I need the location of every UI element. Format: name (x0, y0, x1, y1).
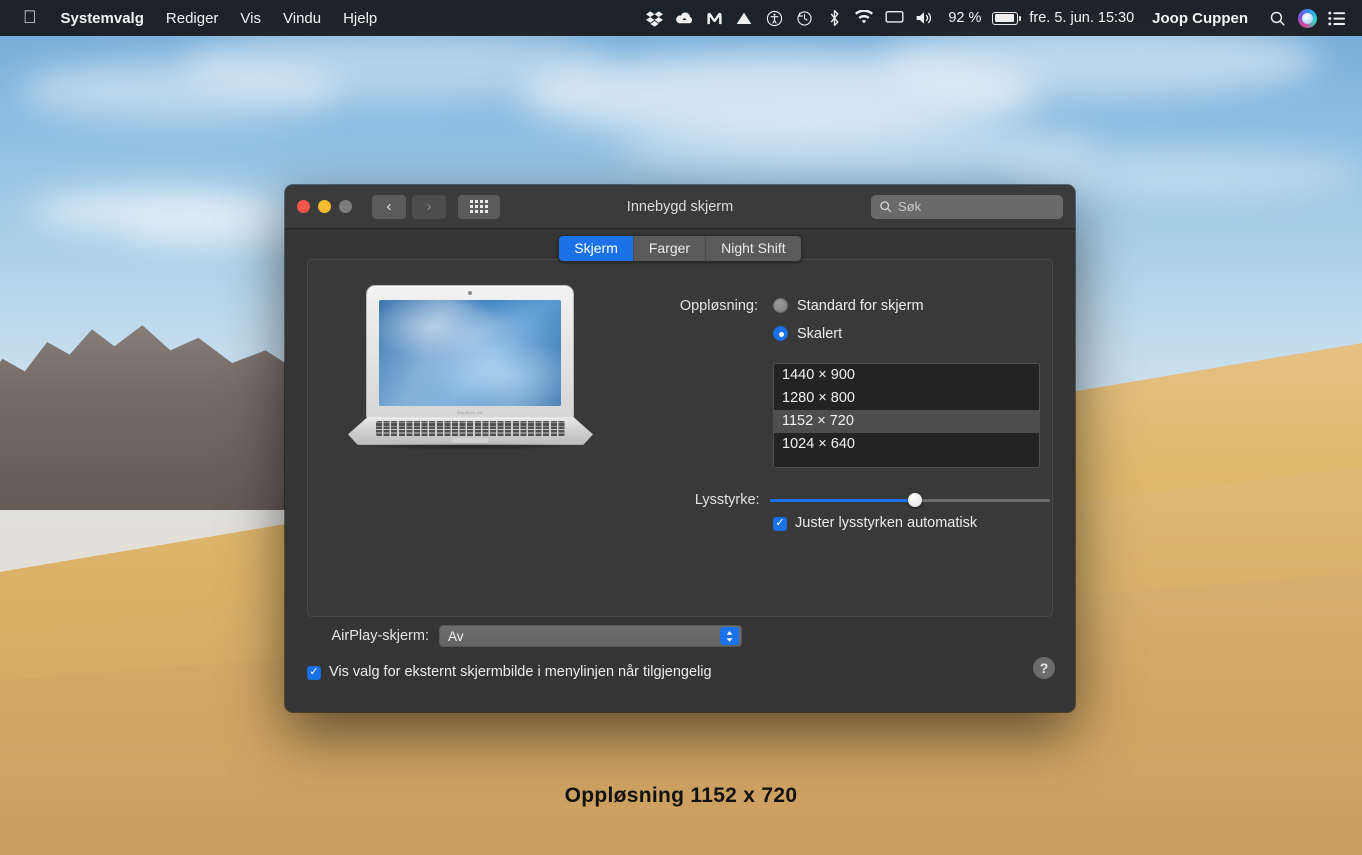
airplay-select[interactable]: Av (439, 625, 742, 647)
wifi-icon[interactable] (849, 0, 879, 36)
battery-percent-label: 92 % (948, 10, 982, 26)
radio-skalert-label: Skalert (797, 326, 843, 342)
camera-dot (468, 291, 472, 295)
apple-menu-icon[interactable]:  (10, 8, 50, 29)
radio-skalert[interactable] (773, 326, 788, 341)
show-all-grid-icon[interactable] (458, 194, 500, 219)
minimize-button[interactable] (318, 200, 331, 213)
tab-farger[interactable]: Farger (633, 236, 707, 261)
list-item[interactable]: 1440 × 900 (774, 364, 1039, 387)
cloud-upload-icon[interactable] (669, 0, 699, 36)
list-item[interactable]: 1280 × 800 (774, 387, 1039, 410)
auto-brightness-checkbox[interactable]: ✓ (773, 516, 787, 531)
accessibility-icon[interactable] (759, 0, 789, 36)
menu-item-vindu[interactable]: Vindu (272, 10, 332, 27)
brightness-row: Lysstyrke: (660, 492, 1050, 508)
system-preferences-window: ‹ › Innebygd skjerm Søk Skjerm Farger Ni… (285, 185, 1075, 712)
menubar-mirroring-label: Vis valg for eksternt skjermbilde i meny… (329, 664, 712, 680)
user-name-label[interactable]: Joop Cuppen (1143, 10, 1262, 27)
keyboard (376, 421, 565, 436)
display-settings-panel: MacBook Air Oppløsning: Standard for skj… (307, 259, 1053, 617)
forward-button: › (412, 194, 446, 219)
airplay-label: AirPlay-skjerm: (331, 628, 429, 644)
window-content: Skjerm Farger Night Shift MacBook Air Op… (285, 229, 1075, 712)
auto-brightness-label: Juster lysstyrken automatisk (795, 515, 978, 531)
menu-item-systemvalg[interactable]: Systemvalg (50, 10, 155, 27)
menu-item-vis[interactable]: Vis (229, 10, 272, 27)
navigation-buttons: ‹ › (372, 194, 446, 219)
menubar-mirroring-checkbox[interactable]: ✓ (307, 665, 321, 680)
siri-icon[interactable] (1292, 0, 1322, 36)
clock-label[interactable]: fre. 5. jun. 15:30 (1020, 10, 1143, 26)
volume-icon[interactable] (909, 0, 939, 36)
menu-item-rediger[interactable]: Rediger (155, 10, 230, 27)
menu-item-hjelp[interactable]: Hjelp (332, 10, 388, 27)
triangle-icon[interactable] (729, 0, 759, 36)
brightness-label: Lysstyrke: (694, 492, 760, 508)
window-titlebar: ‹ › Innebygd skjerm Søk (285, 185, 1075, 229)
close-button[interactable] (297, 200, 310, 213)
list-item[interactable]: 1024 × 640 (774, 433, 1039, 456)
resolution-option-default[interactable]: Standard for skjerm (773, 298, 924, 314)
help-button[interactable]: ? (1033, 657, 1055, 679)
desktop-caption: Oppløsning 1152 x 720 (564, 784, 798, 807)
back-button[interactable]: ‹ (372, 194, 406, 219)
list-item-selected[interactable]: 1152 × 720 (774, 410, 1039, 433)
dropbox-icon[interactable] (639, 0, 669, 36)
menu-bar:  Systemvalg Rediger Vis Vindu Hjelp 92 … (0, 0, 1362, 36)
search-placeholder: Søk (898, 199, 922, 214)
device-brand-label: MacBook Air (457, 410, 483, 415)
tab-night-shift[interactable]: Night Shift (706, 236, 801, 261)
tab-skjerm[interactable]: Skjerm (559, 236, 634, 261)
search-icon (880, 201, 892, 213)
zoom-button (339, 200, 352, 213)
airplay-icon[interactable] (879, 0, 909, 36)
slider-knob[interactable] (908, 493, 923, 507)
laptop-shadow (354, 443, 587, 450)
menubar-mirroring-option-row[interactable]: ✓ Vis valg for eksternt skjermbilde i me… (307, 665, 712, 680)
battery-icon[interactable] (990, 0, 1022, 36)
bluetooth-icon[interactable] (819, 0, 849, 36)
slider-fill (769, 498, 916, 502)
search-icon[interactable] (1262, 0, 1292, 36)
tab-bar: Skjerm Farger Night Shift (285, 235, 1075, 262)
resolution-label: Oppløsning: (679, 298, 758, 314)
resolution-option-scaled[interactable]: Skalert (773, 326, 842, 342)
malwarebytes-icon[interactable] (699, 0, 729, 36)
auto-brightness-row[interactable]: ✓ Juster lysstyrken automatisk (773, 516, 977, 531)
window-controls (297, 200, 352, 213)
resolution-label-row: Oppløsning: (508, 298, 758, 314)
resolution-list[interactable]: 1440 × 900 1280 × 800 1152 × 720 1024 × … (773, 363, 1040, 468)
radio-standard-label: Standard for skjerm (797, 298, 924, 314)
preview-screen (379, 300, 561, 406)
airplay-selected-value: Av (448, 628, 464, 644)
control-center-icon[interactable] (1322, 0, 1352, 36)
brightness-slider[interactable] (769, 493, 1050, 507)
airplay-row: AirPlay-skjerm: Av (307, 625, 742, 647)
time-machine-icon[interactable] (789, 0, 819, 36)
search-input[interactable]: Søk (871, 194, 1063, 219)
chevron-updown-icon[interactable] (720, 627, 739, 645)
radio-standard[interactable] (773, 298, 788, 313)
